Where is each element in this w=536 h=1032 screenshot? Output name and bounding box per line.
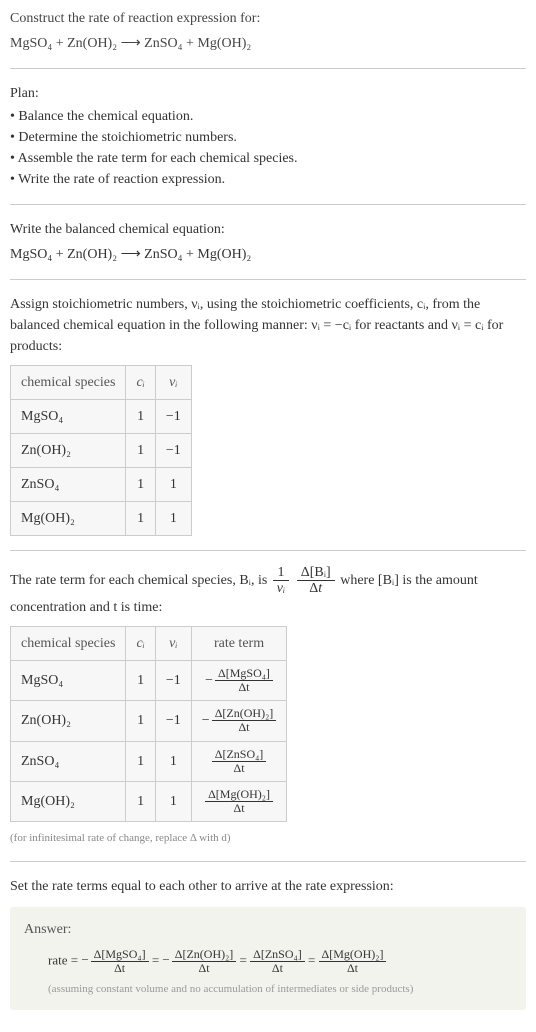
stoich-table: chemical species cᵢ νᵢ MgSO₄ 1 −1 Zn(OH)… [10,365,192,536]
table-row: Mg(OH)₂ 1 1 Δ[Mg(OH)₂]Δt [11,781,287,821]
cell-ci: 1 [126,502,155,536]
cell-rate: Δ[Mg(OH)₂]Δt [191,781,286,821]
divider [10,279,526,280]
cell-rate: −Δ[MgSO₄]Δt [191,660,286,700]
rate-table-note: (for infinitesimal rate of change, repla… [10,830,526,847]
cell-vi: −1 [155,400,191,434]
prompt-equation: MgSO₄ + Zn(OH)₂ ⟶ ZnSO₄ + Mg(OH)₂ [10,33,526,54]
col-vi: νᵢ [155,626,191,660]
table-row: Mg(OH)₂ 1 1 [11,502,192,536]
cell-species: Mg(OH)₂ [11,502,126,536]
cell-vi: 1 [155,741,191,781]
stoich-text: Assign stoichiometric numbers, νᵢ, using… [10,294,526,357]
plan-section: Plan: • Balance the chemical equation. •… [10,83,526,190]
cell-vi: 1 [155,468,191,502]
cell-vi: 1 [155,781,191,821]
table-row: MgSO₄ 1 −1 −Δ[MgSO₄]Δt [11,660,287,700]
cell-species: ZnSO₄ [11,741,126,781]
set-equal-section: Set the rate terms equal to each other t… [10,876,526,1010]
page-container: Construct the rate of reaction expressio… [0,0,536,1030]
table-row: ZnSO₄ 1 1 Δ[ZnSO₄]Δt [11,741,287,781]
table-row: MgSO₄ 1 −1 [11,400,192,434]
prompt-line1: Construct the rate of reaction expressio… [10,8,526,29]
cell-ci: 1 [126,701,155,741]
answer-box: Answer: rate = −Δ[MgSO₄]Δt = −Δ[Zn(OH)₂]… [10,907,526,1010]
col-ci: cᵢ [126,626,155,660]
rate-term-table: chemical species cᵢ νᵢ rate term MgSO₄ 1… [10,626,287,823]
prompt-section: Construct the rate of reaction expressio… [10,8,526,54]
cell-ci: 1 [126,468,155,502]
answer-note: (assuming constant volume and no accumul… [48,981,512,998]
cell-vi: −1 [155,660,191,700]
table-row: Zn(OH)₂ 1 −1 −Δ[Zn(OH)₂]Δt [11,701,287,741]
table-row: ZnSO₄ 1 1 [11,468,192,502]
answer-label: Answer: [24,919,512,940]
col-rate: rate term [191,626,286,660]
set-equal-text: Set the rate terms equal to each other t… [10,876,526,897]
table-header-row: chemical species cᵢ νᵢ [11,366,192,400]
cell-species: Zn(OH)₂ [11,701,126,741]
balanced-intro: Write the balanced chemical equation: [10,219,526,240]
balanced-equation: MgSO₄ + Zn(OH)₂ ⟶ ZnSO₄ + Mg(OH)₂ [10,244,526,265]
cell-species: MgSO₄ [11,400,126,434]
cell-ci: 1 [126,660,155,700]
cell-rate: Δ[ZnSO₄]Δt [191,741,286,781]
plan-header: Plan: [10,83,526,104]
plan-item: • Assemble the rate term for each chemic… [10,148,526,169]
plan-item: • Balance the chemical equation. [10,106,526,127]
answer-rate-expression: rate = −Δ[MgSO₄]Δt = −Δ[Zn(OH)₂]Δt = Δ[Z… [48,948,512,975]
cell-vi: −1 [155,434,191,468]
rate-term-section: The rate term for each chemical species,… [10,565,526,847]
stoich-section: Assign stoichiometric numbers, νᵢ, using… [10,294,526,536]
col-ci: cᵢ [126,366,155,400]
table-row: Zn(OH)₂ 1 −1 [11,434,192,468]
frac-num: 1 [273,565,289,581]
plan-item: • Write the rate of reaction expression. [10,169,526,190]
delta-b-over-dt: Δ[Bᵢ] Δt [297,565,335,597]
cell-ci: 1 [126,741,155,781]
divider [10,550,526,551]
cell-rate: −Δ[Zn(OH)₂]Δt [191,701,286,741]
one-over-nu: 1 νᵢ [273,565,289,597]
table-header-row: chemical species cᵢ νᵢ rate term [11,626,287,660]
col-species: chemical species [11,626,126,660]
rate-prefix: rate = [48,952,81,967]
cell-vi: −1 [155,701,191,741]
divider [10,68,526,69]
cell-species: ZnSO₄ [11,468,126,502]
col-vi: νᵢ [155,366,191,400]
rate-term-text: The rate term for each chemical species,… [10,565,526,618]
cell-ci: 1 [126,434,155,468]
frac-den: νᵢ [273,581,289,596]
balanced-section: Write the balanced chemical equation: Mg… [10,219,526,265]
cell-species: Mg(OH)₂ [11,781,126,821]
rate-term-pre: The rate term for each chemical species,… [10,573,271,588]
col-species: chemical species [11,366,126,400]
divider [10,861,526,862]
plan-item: • Determine the stoichiometric numbers. [10,127,526,148]
cell-species: Zn(OH)₂ [11,434,126,468]
cell-ci: 1 [126,400,155,434]
divider [10,204,526,205]
cell-ci: 1 [126,781,155,821]
cell-vi: 1 [155,502,191,536]
frac-num: Δ[Bᵢ] [297,565,335,581]
cell-species: MgSO₄ [11,660,126,700]
frac-den: Δt [297,581,335,596]
